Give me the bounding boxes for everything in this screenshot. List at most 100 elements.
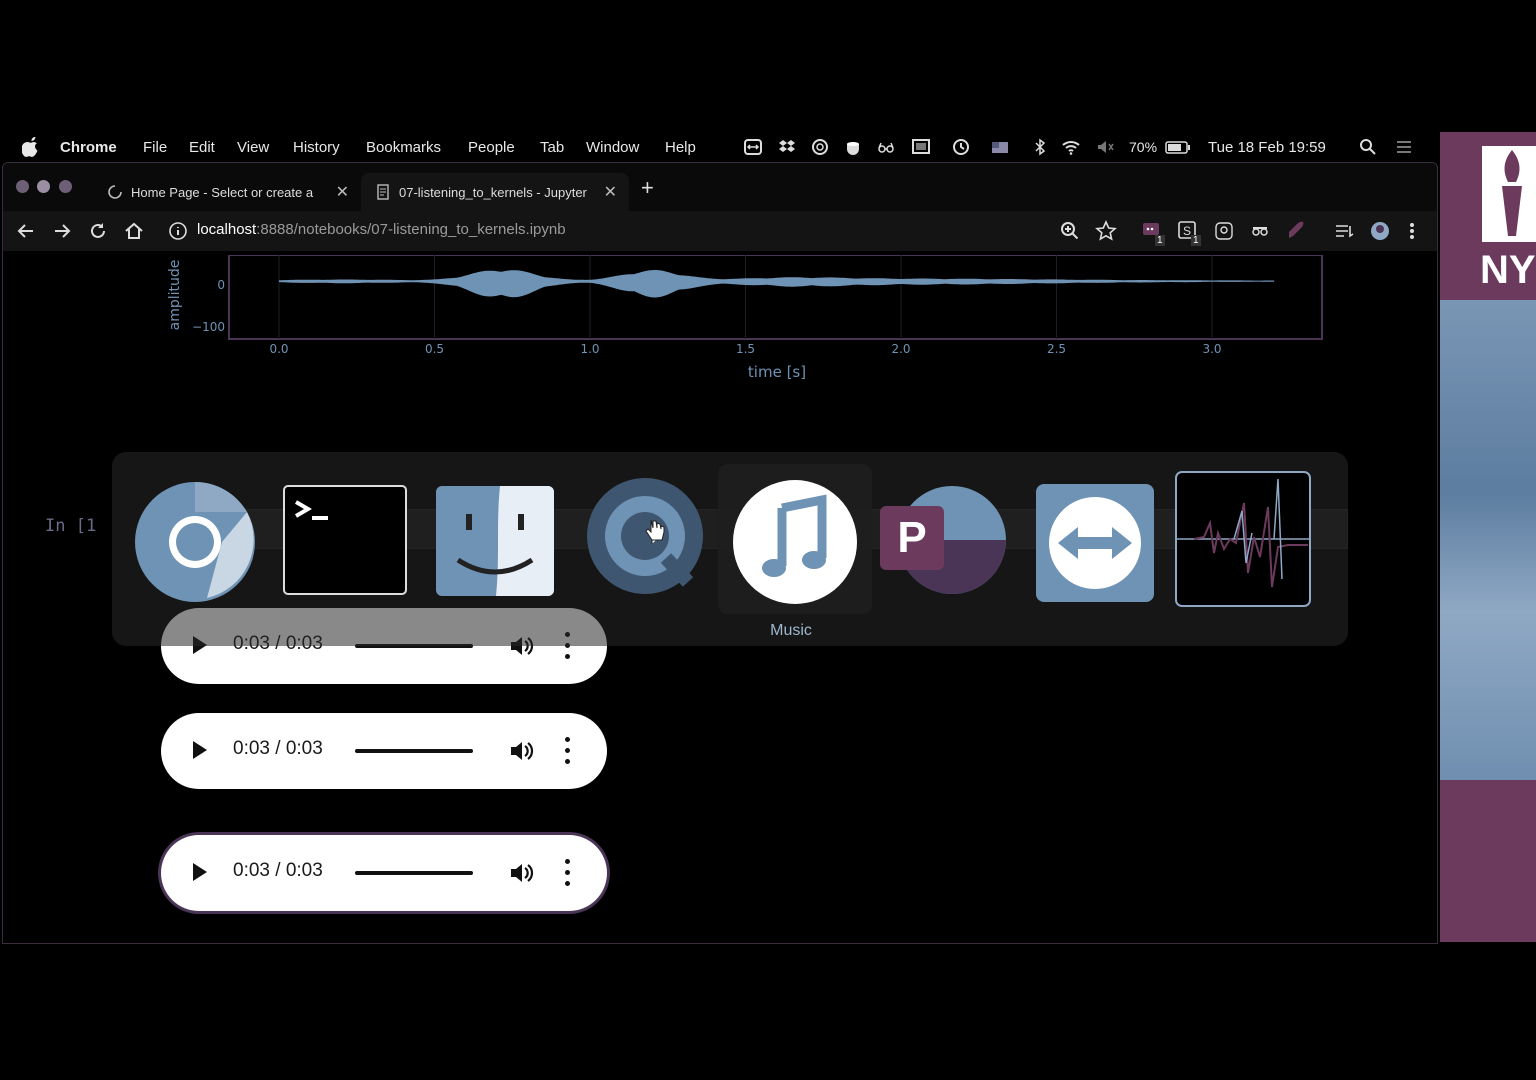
glasses-icon[interactable] [877,138,895,156]
new-tab-button[interactable]: + [641,177,654,199]
x-tick-label: 0.5 [425,342,444,356]
nyu-logo-text: NY [1480,248,1536,292]
more-options-icon[interactable] [565,859,571,887]
tab-close-icon[interactable]: ✕ [336,182,349,202]
plot-grid [278,255,1213,339]
teamviewer-status-icon[interactable] [744,138,762,156]
extension-badge: 1 [1155,235,1165,246]
extension-spy-icon[interactable] [1249,220,1271,242]
profile-avatar-icon[interactable] [1369,220,1391,242]
chrome-menu-icon[interactable] [1407,220,1417,242]
audio-waveform-app-icon[interactable] [1174,470,1312,608]
extension-rocket-icon[interactable] [1285,220,1307,242]
selected-app-label: Music [770,622,812,639]
window-minimize-button[interactable] [37,180,50,193]
tab-close-icon[interactable]: ✕ [604,182,617,202]
menu-tab[interactable]: Tab [540,139,564,156]
url-host: localhost [197,221,257,238]
plot-frame [228,255,1323,340]
menu-history[interactable]: History [293,139,340,156]
menu-people[interactable]: People [468,139,515,156]
zoom-icon[interactable] [1059,220,1081,242]
volume-icon[interactable] [509,861,535,885]
more-options-icon[interactable] [565,737,571,765]
site-info-icon[interactable] [168,220,188,242]
x-axis-label: time [s] [748,363,806,381]
menu-app-name[interactable]: Chrome [60,139,117,156]
tab-title: 07-listening_to_kernels - Jupyter [399,185,587,200]
play-icon[interactable] [193,741,207,759]
tab-title: Home Page - Select or create a [131,185,314,200]
spotlight-search-icon[interactable] [1359,138,1377,156]
coffee-cup-icon[interactable] [845,138,863,156]
y-tick-label: 0 [217,278,225,292]
x-tick-labels: 0.0 0.5 1.0 1.5 2.0 2.5 3.0 [269,342,1221,356]
menu-view[interactable]: View [237,139,269,156]
y-tick-label: −100 [192,320,225,334]
audio-progress-track[interactable] [355,749,473,753]
dropbox-icon[interactable] [778,138,796,156]
x-tick-label: 1.0 [580,342,599,356]
menu-bookmarks[interactable]: Bookmarks [366,139,441,156]
window-zoom-button[interactable] [59,180,72,193]
address-bar[interactable]: localhost:8888/notebooks/07-listening_to… [197,221,566,238]
nyu-torch-logo [1482,146,1536,242]
audio-time: 0:03 / 0:03 [233,738,323,759]
battery-percent: 70% [1129,139,1158,155]
audio-player: 0:03 / 0:03 [161,835,607,911]
x-tick-label: 1.5 [736,342,755,356]
hand-cursor-icon [645,519,665,541]
background-panel [1440,780,1536,942]
creative-cloud-icon[interactable] [811,138,829,156]
audio-time: 0:03 / 0:03 [233,860,323,881]
menu-edit[interactable]: Edit [189,139,215,156]
play-icon[interactable] [193,863,207,881]
x-tick-label: 0.0 [269,342,288,356]
volume-muted-icon[interactable] [1096,138,1114,156]
x-tick-label: 2.0 [891,342,910,356]
input-flag-icon[interactable] [991,138,1009,156]
volume-icon[interactable] [509,739,535,763]
reload-icon[interactable] [87,220,109,242]
app-switcher: P Music [112,452,1348,646]
background-window: NY [1440,132,1536,942]
chrome-icon[interactable] [130,474,260,604]
home-icon[interactable] [123,220,145,242]
tab-home-page[interactable]: Home Page - Select or create a ✕ [93,173,361,211]
apple-menu-icon[interactable] [22,137,40,157]
extension-lightbulb-icon[interactable] [1213,220,1235,242]
wifi-icon[interactable] [1062,138,1080,156]
display-icon[interactable] [912,138,930,156]
back-arrow-icon[interactable] [15,220,37,242]
screen: { "menubar": { "app_name": "Chrome", "me… [0,0,1536,1080]
terminal-icon[interactable] [280,474,410,604]
menubar-clock[interactable]: Tue 18 Feb 19:59 [1208,139,1326,156]
pdf-expert-icon[interactable]: P [880,474,1010,604]
cell-prompt: In [1 [45,516,97,536]
svg-text:S: S [1183,224,1191,238]
waveform-area [279,270,1275,298]
x-tick-label: 2.5 [1047,342,1066,356]
finder-icon[interactable] [430,474,560,604]
teamviewer-icon[interactable] [1030,474,1160,604]
audio-progress-track[interactable] [355,871,473,875]
bookmark-star-icon[interactable] [1095,220,1117,242]
music-icon[interactable] [730,474,860,604]
menu-file[interactable]: File [143,139,167,156]
forward-arrow-icon[interactable] [51,220,73,242]
menu-window[interactable]: Window [586,139,639,156]
window-close-button[interactable] [16,180,29,193]
tab-jupyter-notebook[interactable]: 07-listening_to_kernels - Jupyter ✕ [361,173,629,211]
music-app-tile[interactable] [718,464,872,614]
bluetooth-icon[interactable] [1031,138,1049,156]
reading-list-icon[interactable] [1333,220,1355,242]
battery-icon[interactable] [1165,138,1191,156]
extension-badge: 1 [1191,235,1201,246]
time-machine-icon[interactable] [952,138,970,156]
notebook-doc-icon [377,184,389,200]
notification-center-icon[interactable] [1395,138,1413,156]
x-tick-label: 3.0 [1202,342,1221,356]
menu-help[interactable]: Help [665,139,696,156]
browser-toolbar: localhost:8888/notebooks/07-listening_to… [3,211,1437,251]
macos-menu-bar: Chrome File Edit View History Bookmarks … [0,132,1440,162]
